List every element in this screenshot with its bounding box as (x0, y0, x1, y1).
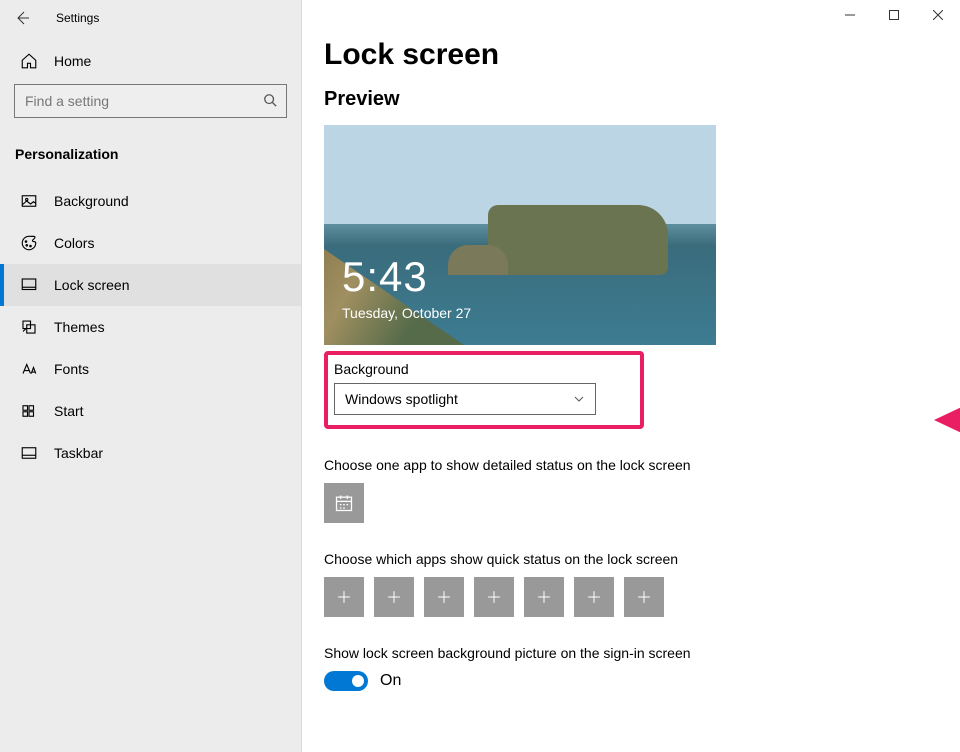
plus-icon (384, 587, 404, 607)
quick-status-slot[interactable] (324, 577, 364, 617)
quick-status-row (324, 577, 960, 617)
plus-icon (634, 587, 654, 607)
palette-icon (20, 234, 38, 252)
sidebar-item-start[interactable]: Start (0, 390, 301, 432)
minimize-button[interactable] (828, 0, 872, 30)
quick-status-slot[interactable] (624, 577, 664, 617)
themes-icon (20, 318, 38, 336)
close-icon (933, 10, 943, 20)
detailed-status-app-button[interactable] (324, 483, 364, 523)
quick-status-slot[interactable] (374, 577, 414, 617)
background-label: Background (334, 361, 596, 377)
sidebar-item-taskbar[interactable]: Taskbar (0, 432, 301, 474)
start-icon (20, 402, 38, 420)
annotation-highlight: Background Windows spotlight (324, 351, 644, 429)
detailed-status-label: Choose one app to show detailed status o… (324, 457, 960, 473)
lock-screen-preview: 5:43 Tuesday, October 27 (324, 125, 716, 345)
window-title: Settings (44, 11, 99, 25)
plus-icon (484, 587, 504, 607)
signin-bg-toggle[interactable] (324, 671, 368, 691)
close-button[interactable] (916, 0, 960, 30)
nav-label: Fonts (54, 361, 89, 377)
sidebar-item-fonts[interactable]: Fonts (0, 348, 301, 390)
preview-landscape (488, 205, 668, 275)
nav-label: Taskbar (54, 445, 103, 461)
sidebar-item-home[interactable]: Home (0, 32, 301, 84)
sidebar: Settings Home Personalization Background… (0, 0, 302, 752)
sidebar-item-background[interactable]: Background (0, 180, 301, 222)
quick-status-slot[interactable] (524, 577, 564, 617)
preview-heading: Preview (324, 88, 960, 111)
toggle-state: On (380, 672, 401, 690)
lock-screen-icon (20, 276, 38, 294)
sidebar-item-colors[interactable]: Colors (0, 222, 301, 264)
sidebar-nav: Background Colors Lock screen Themes Fon… (0, 180, 301, 474)
search-icon (263, 93, 277, 112)
nav-label: Colors (54, 235, 94, 251)
nav-label: Background (54, 193, 129, 209)
sidebar-item-themes[interactable]: Themes (0, 306, 301, 348)
quick-status-slot[interactable] (424, 577, 464, 617)
preview-date: Tuesday, October 27 (342, 305, 471, 321)
page-title: Lock screen (324, 38, 960, 72)
annotation-arrow-icon (932, 400, 960, 440)
background-dropdown[interactable]: Windows spotlight (334, 383, 596, 415)
signin-bg-label: Show lock screen background picture on t… (324, 645, 960, 661)
quick-status-label: Choose which apps show quick status on t… (324, 551, 960, 567)
plus-icon (434, 587, 454, 607)
quick-status-slot[interactable] (474, 577, 514, 617)
preview-time: 5:43 (342, 253, 428, 301)
window-controls (828, 0, 960, 30)
search-box[interactable] (14, 84, 287, 118)
minimize-icon (845, 10, 855, 20)
back-button[interactable] (0, 10, 44, 26)
arrow-left-icon (14, 10, 30, 26)
quick-status-slot[interactable] (574, 577, 614, 617)
maximize-button[interactable] (872, 0, 916, 30)
search-input[interactable] (14, 84, 287, 118)
plus-icon (534, 587, 554, 607)
picture-icon (20, 192, 38, 210)
chevron-down-icon (573, 393, 585, 405)
home-label: Home (54, 53, 91, 69)
dropdown-value: Windows spotlight (345, 391, 458, 407)
nav-label: Themes (54, 319, 105, 335)
nav-label: Start (54, 403, 84, 419)
sidebar-item-lock-screen[interactable]: Lock screen (0, 264, 301, 306)
taskbar-icon (20, 444, 38, 462)
maximize-icon (889, 10, 899, 20)
content-pane: Lock screen Preview 5:43 Tuesday, Octobe… (302, 0, 960, 752)
plus-icon (334, 587, 354, 607)
fonts-icon (20, 360, 38, 378)
plus-icon (584, 587, 604, 607)
nav-label: Lock screen (54, 277, 129, 293)
category-title: Personalization (0, 118, 301, 168)
home-icon (20, 52, 38, 70)
calendar-icon (334, 493, 354, 513)
